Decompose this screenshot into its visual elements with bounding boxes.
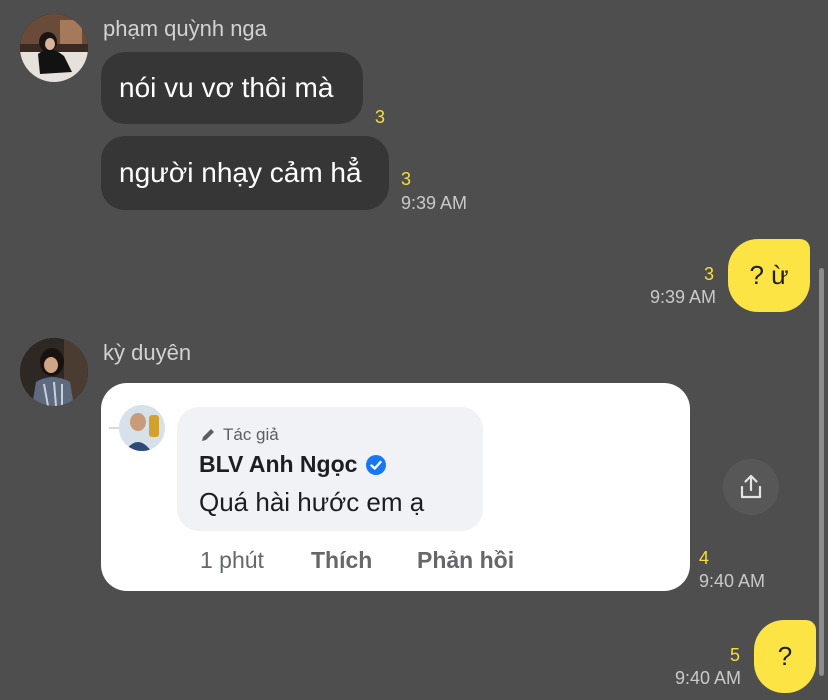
sender-avatar[interactable] (20, 338, 88, 406)
outgoing-message-bubble[interactable]: ? (754, 620, 816, 693)
shared-image[interactable]: Tác giả BLV Anh Ngọc Quá hài hước em ạ 1… (101, 383, 690, 591)
unread-count: 3 (375, 107, 386, 127)
message-time: 9:40 AM (699, 571, 766, 591)
message-bubble[interactable]: nói vu vơ thôi mà (101, 52, 363, 124)
message-text: ? (777, 641, 793, 671)
message-time: 9:40 AM (674, 668, 741, 688)
message-text: người nhạy cảm hẳ (119, 157, 362, 188)
pencil-icon (202, 429, 214, 441)
author-role: Tác giả (199, 425, 279, 445)
thread-line (109, 427, 119, 429)
comment-age: 1 phút (200, 547, 264, 573)
comment-box: Tác giả BLV Anh Ngọc Quá hài hước em ạ (177, 407, 483, 531)
outgoing-message-bubble[interactable]: ? ừ (728, 239, 810, 312)
sender-name: kỳ duyên (103, 340, 192, 365)
commenter-name: BLV Anh Ngọc (199, 451, 358, 477)
verified-badge-icon (366, 454, 387, 475)
commenter-name-row: BLV Anh Ngọc (199, 451, 387, 478)
unread-count: 3 (704, 264, 715, 284)
comment-text: Quá hài hước em ạ (199, 487, 425, 517)
profile-photo (119, 405, 165, 451)
message-time: 9:39 AM (649, 287, 716, 307)
unread-count: 4 (699, 548, 710, 568)
sender-name: phạm quỳnh nga (103, 16, 267, 41)
unread-count: 5 (730, 645, 741, 665)
commenter-avatar (119, 405, 165, 451)
profile-photo (20, 338, 88, 406)
message-text: nói vu vơ thôi mà (119, 72, 334, 103)
unread-count: 3 (401, 169, 412, 189)
profile-photo (20, 14, 88, 82)
share-icon (740, 474, 762, 499)
sender-avatar[interactable] (20, 14, 88, 82)
share-button[interactable] (723, 459, 779, 515)
message-time: 9:39 AM (401, 193, 468, 213)
reply-action: Phản hồi (417, 547, 515, 573)
like-action: Thích (311, 547, 373, 573)
role-label: Tác giả (223, 425, 279, 444)
message-bubble[interactable]: người nhạy cảm hẳ (101, 136, 389, 210)
scrollbar[interactable] (819, 268, 824, 676)
message-text: ? ừ (749, 260, 789, 290)
